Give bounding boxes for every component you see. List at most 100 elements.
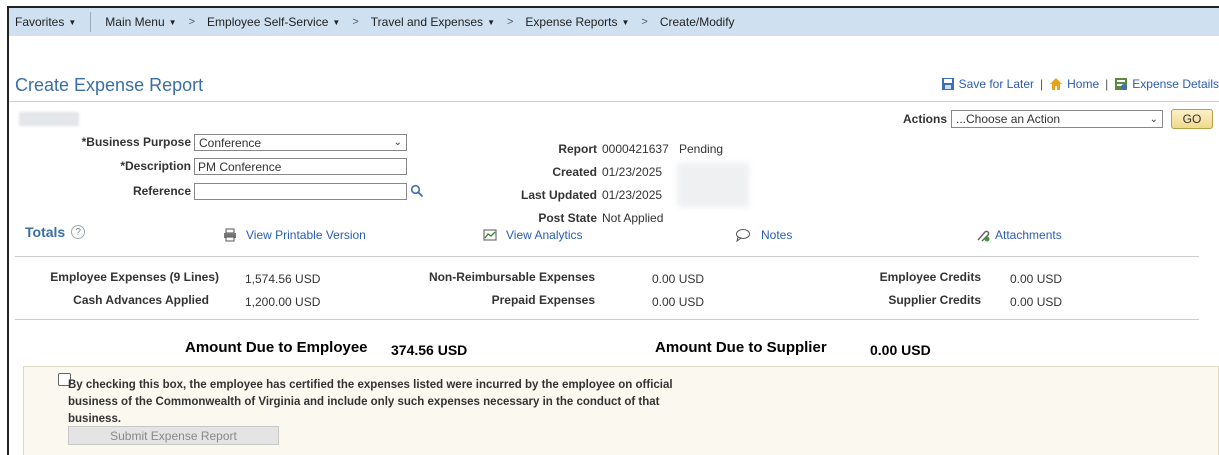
breadcrumb-label: Travel and Expenses — [370, 15, 484, 29]
employee-expenses-value: 1,574.56 USD — [245, 272, 321, 286]
non-reimbursable-label: Non-Reimbursable Expenses — [428, 270, 595, 284]
employee-expenses-label: Employee Expenses (9 Lines) — [50, 270, 219, 284]
notes-label: Notes — [761, 228, 793, 242]
last-updated-value: 01/23/2025 — [602, 188, 663, 202]
view-analytics-label: View Analytics — [506, 228, 583, 242]
page-frame: Favorites ▼ Main Menu ▼ > Employee Self-Se… — [7, 6, 1219, 455]
cash-advances-label: Cash Advances Applied — [73, 293, 209, 307]
employee-credits-value: 0.00 USD — [1010, 272, 1063, 286]
created-value: 01/23/2025 — [602, 165, 663, 179]
caret-down-icon: ▼ — [487, 17, 495, 27]
go-button[interactable]: GO — [1171, 109, 1214, 129]
actions-selected-value: ...Choose an Action — [956, 112, 1061, 126]
totals-title: Totals ? — [25, 224, 86, 240]
chevron-down-icon: ⌄ — [1149, 113, 1159, 125]
amount-due-supplier-label: Amount Due to Supplier — [655, 339, 827, 356]
amount-due-employee-label: Amount Due to Employee — [185, 339, 368, 356]
redacted-info — [677, 163, 749, 207]
caret-down-icon: ▼ — [168, 17, 177, 27]
save-for-later-label: Save for Later — [958, 77, 1035, 91]
description-input[interactable]: PM Conference — [194, 158, 407, 175]
business-purpose-value: Conference — [199, 135, 262, 150]
post-state-value: Not Applied — [602, 211, 664, 225]
attachments-label: Attachments — [995, 228, 1062, 242]
supplier-credits-label: Supplier Credits — [888, 293, 981, 307]
title-divider — [9, 101, 1219, 102]
favorites-label: Favorites — [15, 15, 65, 29]
paperclip-icon — [977, 230, 990, 242]
link-divider: | — [1040, 77, 1044, 91]
analytics-icon — [483, 229, 497, 241]
speech-bubble-icon — [736, 229, 750, 242]
actions-bar: Actions ...Choose an Action ⌄ GO — [903, 109, 1214, 129]
main-menu-label: Main Menu — [105, 15, 165, 29]
description-label: *Description — [120, 159, 191, 173]
view-printable-version-link[interactable]: View Printable Version — [223, 228, 366, 242]
breadcrumb-label: Employee Self-Service — [207, 15, 329, 29]
link-divider: | — [1105, 77, 1109, 91]
view-printable-version-label: View Printable Version — [246, 228, 366, 242]
business-purpose-select[interactable]: Conference ⌄ — [194, 134, 407, 151]
breadcrumb-employee-self-service[interactable]: Employee Self-Service ▼ — [201, 15, 346, 29]
search-icon[interactable] — [410, 184, 424, 198]
breadcrumb-travel-and-expenses[interactable]: Travel and Expenses ▼ — [365, 15, 501, 29]
save-icon — [941, 78, 954, 90]
totals-divider-bottom — [15, 319, 1199, 320]
favorites-menu[interactable]: Favorites ▼ — [9, 15, 82, 29]
prepaid-value: 0.00 USD — [652, 295, 705, 309]
chevron-right-icon: > — [641, 16, 648, 28]
breadcrumb-label: Create/Modify — [659, 15, 735, 29]
expense-details-link[interactable]: Expense Details — [1114, 77, 1219, 91]
top-links: Save for Later | Home | Expense Details — [941, 77, 1219, 91]
created-label: Created — [552, 165, 597, 179]
amount-due-employee-value: 374.56 USD — [391, 342, 468, 358]
cash-advances-value: 1,200.00 USD — [245, 295, 321, 309]
actions-label: Actions — [903, 112, 948, 126]
chevron-right-icon: > — [352, 16, 359, 28]
nav-divider — [90, 12, 92, 32]
supplier-credits-value: 0.00 USD — [1010, 295, 1063, 309]
reference-label: Reference — [132, 184, 191, 198]
home-link[interactable]: Home — [1049, 77, 1099, 91]
redacted-employee-name — [19, 112, 79, 126]
chevron-right-icon: > — [188, 16, 196, 28]
prepaid-label: Prepaid Expenses — [491, 293, 595, 307]
report-status: Pending — [679, 142, 724, 156]
expense-details-label: Expense Details — [1132, 77, 1219, 91]
main-menu[interactable]: Main Menu ▼ — [99, 15, 182, 29]
expense-details-icon — [1115, 78, 1128, 90]
caret-down-icon: ▼ — [621, 17, 630, 27]
help-icon[interactable]: ? — [71, 225, 86, 239]
business-purpose-label: *Business Purpose — [81, 135, 191, 149]
breadcrumb-expense-reports[interactable]: Expense Reports ▼ — [519, 15, 635, 29]
caret-down-icon: ▼ — [68, 17, 77, 27]
submit-expense-report-button[interactable]: Submit Expense Report — [68, 426, 279, 445]
page-title: Create Expense Report — [15, 75, 204, 95]
certification-text: By checking this box, the employee has c… — [68, 379, 673, 425]
employee-credits-label: Employee Credits — [879, 270, 981, 284]
printer-icon — [224, 228, 236, 242]
totals-title-label: Totals — [25, 224, 66, 240]
actions-select[interactable]: ...Choose an Action ⌄ — [951, 110, 1164, 128]
home-label: Home — [1067, 77, 1100, 91]
amount-due-supplier-value: 0.00 USD — [870, 342, 931, 358]
report-label: Report — [558, 142, 597, 156]
chevron-down-icon: ⌄ — [393, 137, 402, 148]
reference-input[interactable] — [194, 183, 407, 200]
last-updated-label: Last Updated — [520, 188, 597, 202]
home-icon — [1050, 78, 1063, 90]
notes-link[interactable]: Notes — [735, 228, 792, 242]
post-state-label: Post State — [538, 211, 597, 225]
save-for-later-link[interactable]: Save for Later — [941, 77, 1034, 91]
breadcrumb-create-modify[interactable]: Create/Modify — [654, 15, 741, 29]
totals-divider-top — [15, 256, 1199, 257]
view-analytics-link[interactable]: View Analytics — [483, 228, 582, 242]
attachments-link[interactable]: Attachments — [975, 228, 1062, 242]
caret-down-icon: ▼ — [332, 17, 341, 27]
report-number: 0000421637 — [602, 142, 669, 156]
certification-section: By checking this box, the employee has c… — [23, 366, 1219, 455]
nav-bar: Favorites ▼ Main Menu ▼ > Employee Self-Se… — [9, 8, 1219, 36]
chevron-right-icon: > — [506, 16, 514, 28]
non-reimbursable-value: 0.00 USD — [652, 272, 705, 286]
breadcrumb-label: Expense Reports — [525, 15, 618, 29]
